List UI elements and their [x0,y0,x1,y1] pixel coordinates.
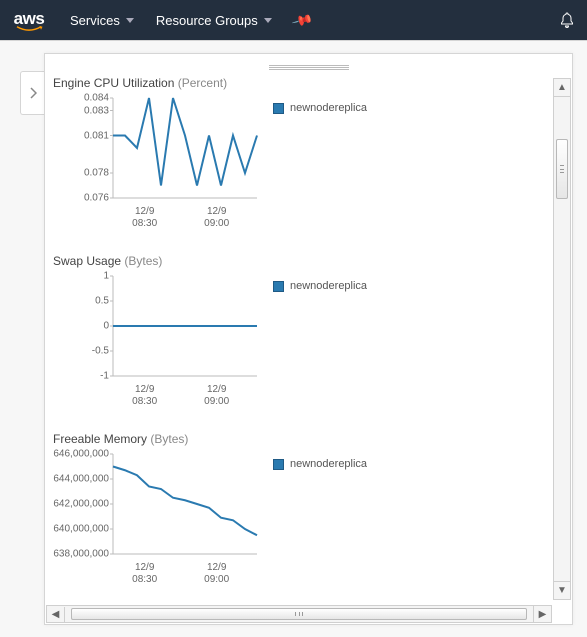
x-tick-label: 12/909:00 [204,562,229,586]
chart-title: Swap Usage (Bytes) [53,254,544,268]
x-tick-label: 12/908:30 [132,384,157,408]
chart-unit: (Percent) [174,76,227,90]
chart-svg [53,94,263,204]
nav-resource-groups-label: Resource Groups [156,13,258,28]
chart-plot: 0.0840.0830.0810.0780.07612/908:3012/909… [53,94,263,232]
scroll-up-arrow-icon[interactable]: ▲ [554,79,570,97]
legend-swatch [273,459,284,470]
chart-plot: 10.50-0.5-112/908:3012/909:00 [53,272,263,410]
chart-legend: newnodereplica [273,280,367,292]
chart-title-text: Engine CPU Utilization [53,76,174,90]
series-line [113,98,257,186]
chart-legend: newnodereplica [273,458,367,470]
x-tick-label: 12/909:00 [204,384,229,408]
chart-plot: 646,000,000644,000,000642,000,000640,000… [53,450,263,588]
chart-row: 646,000,000644,000,000642,000,000640,000… [53,450,544,588]
x-tick-label: 12/908:30 [132,562,157,586]
chart-row: 0.0840.0830.0810.0780.07612/908:3012/909… [53,94,544,232]
legend-label: newnodereplica [290,280,367,292]
chart-block: Freeable Memory (Bytes) 646,000,000644,00… [49,430,548,604]
chart-row: 10.50-0.5-112/908:3012/909:00newnoderepl… [53,272,544,410]
aws-logo[interactable]: aws [12,9,46,32]
series-line [113,467,257,536]
legend-swatch [273,103,284,114]
caret-down-icon [264,18,272,23]
chevron-right-icon [29,87,37,99]
scroll-left-arrow-icon[interactable]: ◀ [47,607,65,623]
top-nav: aws Services Resource Groups 📌 [0,0,587,40]
scroll-down-arrow-icon[interactable]: ▼ [554,581,570,599]
chart-title-text: Swap Usage [53,254,121,268]
chart-unit: (Bytes) [147,432,188,446]
aws-smile-icon [12,26,46,32]
nav-services[interactable]: Services [70,13,134,28]
content-shell: Engine CPU Utilization (Percent) 0.0840.0… [0,40,587,637]
nav-services-label: Services [70,13,120,28]
chart-legend: newnodereplica [273,102,367,114]
legend-label: newnodereplica [290,102,367,114]
metrics-panel: Engine CPU Utilization (Percent) 0.0840.0… [44,53,573,625]
chart-unit: (Bytes) [121,254,162,268]
chart-list: Engine CPU Utilization (Percent) 0.0840.0… [45,74,552,604]
vertical-scroll-thumb[interactable] [556,139,568,199]
chart-svg [53,272,263,382]
vertical-scrollbar[interactable]: ▲ ▼ [553,78,571,600]
chart-block: Swap Usage (Bytes)10.50-0.5-112/908:3012… [49,252,548,430]
chart-title-text: Freeable Memory [53,432,147,446]
pin-icon[interactable]: 📌 [291,8,315,31]
scroll-area: Engine CPU Utilization (Percent) 0.0840.0… [45,54,572,624]
horizontal-scroll-thumb[interactable] [71,608,527,620]
horizontal-scrollbar[interactable]: ◀ ▶ [46,605,552,623]
caret-down-icon [126,18,134,23]
bell-icon[interactable] [559,12,575,28]
x-tick-label: 12/909:00 [204,206,229,230]
legend-label: newnodereplica [290,458,367,470]
expand-panel-button[interactable] [20,71,44,115]
chart-block: Engine CPU Utilization (Percent) 0.0840.0… [49,74,548,252]
nav-resource-groups[interactable]: Resource Groups [156,13,272,28]
chart-title: Freeable Memory (Bytes) [53,432,544,446]
scroll-right-arrow-icon[interactable]: ▶ [533,606,551,622]
legend-swatch [273,281,284,292]
chart-title: Engine CPU Utilization (Percent) [53,76,544,90]
chart-svg [53,450,263,560]
x-tick-label: 12/908:30 [132,206,157,230]
